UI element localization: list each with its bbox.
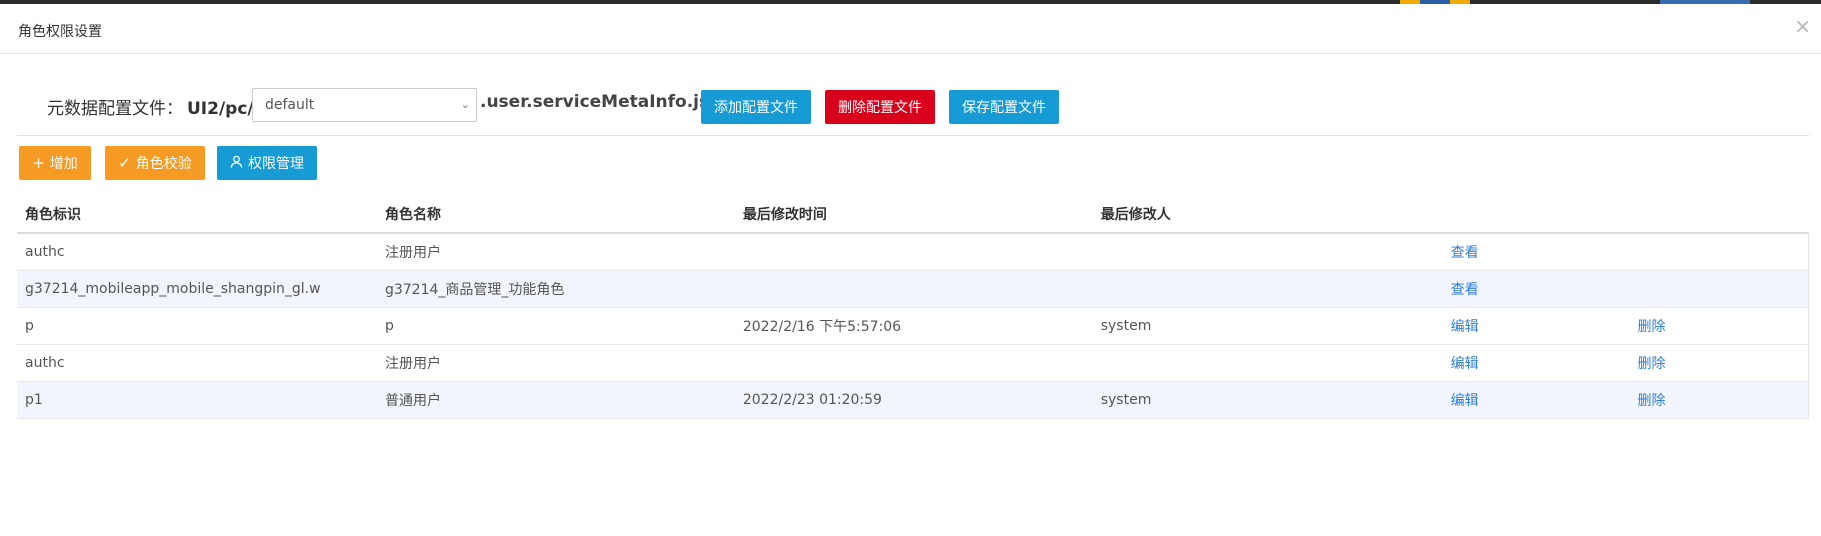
table-header-row: 角色标识 角色名称 最后修改时间 最后修改人 — [17, 195, 1809, 234]
user-icon — [230, 154, 243, 172]
modifier-cell — [1092, 233, 1451, 271]
column-header: 角色标识 — [17, 195, 377, 234]
modifier-cell: system — [1092, 381, 1451, 419]
role-id-cell: authc — [17, 233, 377, 271]
modifier-cell: system — [1092, 307, 1451, 345]
role-id-cell: authc — [17, 344, 377, 382]
modified-time-cell: 2022/2/23 01:20:59 — [734, 381, 1093, 419]
role-id-cell: p — [17, 307, 377, 345]
edit-link[interactable]: 编辑 — [1451, 393, 1479, 409]
table-row: authc 注册用户 查看 — [17, 233, 1809, 271]
modifier-cell — [1092, 270, 1451, 308]
config-suffix: .user.serviceMetaInfo.json — [480, 92, 733, 112]
column-header — [1629, 195, 1809, 234]
plus-icon: + — [32, 154, 45, 172]
config-select-value: default — [265, 97, 315, 113]
add-role-label: 增加 — [49, 156, 78, 172]
table-row: authc 注册用户 编辑 删除 — [17, 344, 1809, 382]
config-path: UI2/pc/ — [187, 99, 254, 119]
role-name-cell: 注册用户 — [376, 344, 735, 382]
delete-config-button[interactable]: 删除配置文件 — [825, 90, 935, 124]
role-name-cell: 普通用户 — [376, 381, 735, 419]
config-label-group: 元数据配置文件： UI2/pc/ — [47, 94, 254, 119]
close-icon[interactable]: × — [1794, 16, 1811, 36]
save-config-button[interactable]: 保存配置文件 — [949, 90, 1059, 124]
modified-time-cell: 2022/2/16 下午5:57:06 — [734, 307, 1093, 345]
delete-link[interactable]: 删除 — [1638, 319, 1666, 335]
validate-role-label: 角色校验 — [135, 156, 192, 172]
delete-link[interactable]: 删除 — [1638, 356, 1666, 372]
table-row: p p 2022/2/16 下午5:57:06 system 编辑 删除 — [17, 307, 1809, 345]
dialog-title: 角色权限设置 — [18, 24, 102, 40]
column-header: 角色名称 — [376, 195, 735, 234]
view-link[interactable]: 查看 — [1451, 245, 1479, 261]
dialog-header: 角色权限设置 × — [0, 4, 1821, 54]
permission-manage-label: 权限管理 — [248, 156, 304, 172]
role-name-cell: g37214_商品管理_功能角色 — [376, 270, 735, 308]
permission-manage-button[interactable]: 权限管理 — [217, 146, 317, 180]
edit-link[interactable]: 编辑 — [1451, 356, 1479, 372]
config-label: 元数据配置文件： — [47, 99, 183, 119]
delete-link[interactable]: 删除 — [1638, 393, 1666, 409]
modified-time-cell — [734, 270, 1093, 308]
role-id-cell: p1 — [17, 381, 377, 419]
column-header: 最后修改时间 — [734, 195, 1093, 234]
edit-link[interactable]: 编辑 — [1451, 319, 1479, 335]
chevron-down-icon: ⌄ — [460, 98, 470, 111]
modified-time-cell — [734, 344, 1093, 382]
add-config-button[interactable]: 添加配置文件 — [701, 90, 811, 124]
divider — [17, 135, 1809, 136]
role-name-cell: 注册用户 — [376, 233, 735, 271]
modified-time-cell — [734, 233, 1093, 271]
config-row: 元数据配置文件： UI2/pc/ default ⌄ .user.serviceM… — [0, 84, 1821, 134]
role-id-cell: g37214_mobileapp_mobile_shangpin_gl.w — [17, 270, 377, 308]
column-header — [1450, 195, 1630, 234]
add-role-button[interactable]: + 增加 — [19, 146, 91, 180]
modifier-cell — [1092, 344, 1451, 382]
table-row: g37214_mobileapp_mobile_shangpin_gl.w g3… — [17, 270, 1809, 308]
role-name-cell: p — [376, 307, 735, 345]
view-link[interactable]: 查看 — [1451, 282, 1479, 298]
validate-role-button[interactable]: ✓ 角色校验 — [105, 146, 205, 180]
table-row: p1 普通用户 2022/2/23 01:20:59 system 编辑 删除 — [17, 381, 1809, 419]
check-icon: ✓ — [118, 154, 131, 172]
config-file-select[interactable]: default ⌄ — [252, 88, 477, 122]
column-header: 最后修改人 — [1092, 195, 1451, 234]
roles-table: 角色标识 角色名称 最后修改时间 最后修改人 authc 注册用户 查看 g37… — [17, 195, 1809, 419]
